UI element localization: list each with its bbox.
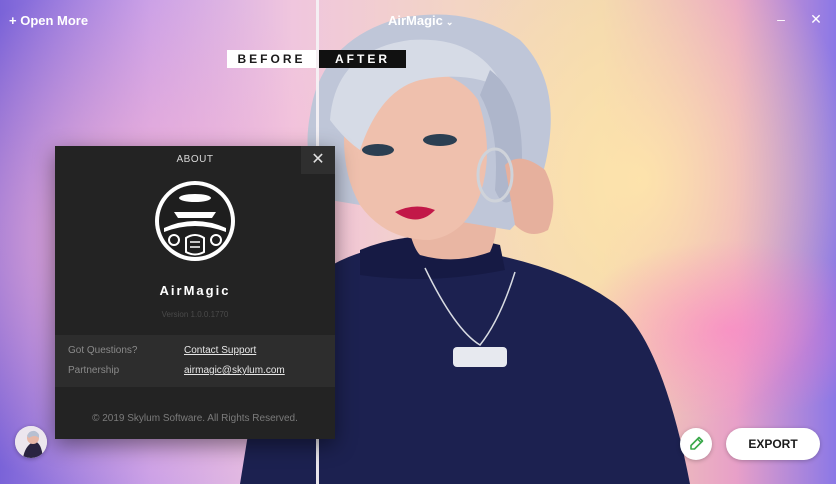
copyright-text: © 2019 Skylum Software. All Rights Reser… (92, 413, 298, 424)
pencil-icon (690, 436, 704, 450)
about-info-panel: Got Questions? Contact Support Partnersh… (55, 335, 335, 387)
profile-avatar-icon (15, 426, 47, 458)
info-label-partnership: Partnership (68, 365, 120, 376)
minimize-button[interactable]: – (770, 8, 792, 30)
contact-support-link[interactable]: Contact Support (184, 345, 256, 356)
chevron-down-icon: ⌄ (445, 17, 454, 27)
top-bar: + Open More AirMagic ⌄ – ✕ (0, 0, 836, 40)
about-dialog-title: ABOUT (176, 154, 214, 165)
airmagic-logo-icon (155, 181, 235, 261)
app-title-label: AirMagic (388, 13, 443, 28)
open-more-button[interactable]: + Open More (9, 13, 88, 28)
window-close-button[interactable]: ✕ (805, 8, 827, 30)
app-title-menu[interactable]: AirMagic ⌄ (388, 13, 453, 28)
edit-button[interactable] (680, 428, 712, 460)
before-label[interactable]: BEFORE (227, 50, 316, 68)
partnership-email-link[interactable]: airmagic@skylum.com (184, 365, 285, 376)
export-button[interactable]: EXPORT (726, 428, 820, 460)
about-version: Version 1.0.0.1770 (161, 310, 229, 319)
avatar[interactable] (15, 426, 47, 458)
about-dialog: ABOUT ✕ AirMagic Version 1.0.0.1770 Got … (55, 146, 335, 439)
close-icon[interactable]: ✕ (301, 146, 335, 174)
about-app-name: AirMagic (159, 283, 231, 298)
after-label[interactable]: AFTER (319, 50, 406, 68)
info-label-questions: Got Questions? (68, 345, 138, 356)
